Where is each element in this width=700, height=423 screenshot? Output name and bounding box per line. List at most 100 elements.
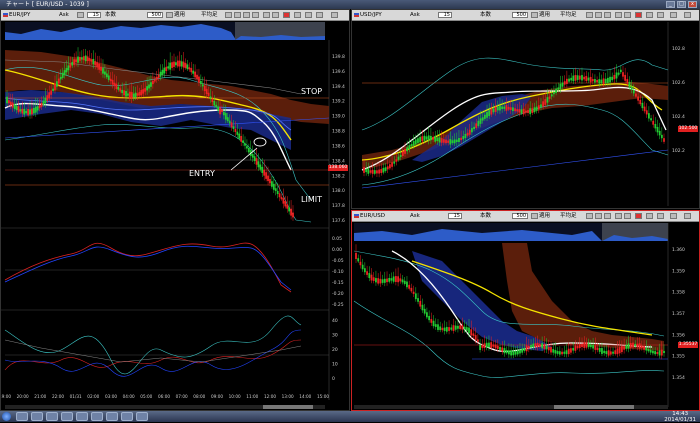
- candle-body: [381, 279, 384, 283]
- candle-body: [509, 107, 512, 111]
- candle-body: [109, 78, 112, 82]
- candle-body: [432, 320, 435, 327]
- axis-tick-label: 138.2: [332, 173, 345, 179]
- candle-body: [587, 77, 590, 81]
- candle-body: [426, 312, 428, 318]
- maximize-button[interactable]: □: [677, 1, 686, 8]
- candle-body: [436, 137, 439, 142]
- candle-body: [276, 190, 279, 194]
- horizontal-scrollbar[interactable]: [5, 405, 325, 409]
- candle-body: [475, 123, 478, 129]
- candle-body: [419, 300, 422, 307]
- candle-body: [527, 345, 530, 349]
- candle-body: [169, 62, 172, 70]
- candle-body: [23, 108, 26, 115]
- candle-body: [620, 346, 623, 353]
- candle-body: [428, 315, 431, 321]
- candle-body: [132, 93, 135, 98]
- time-tick-label: 09:00: [211, 394, 223, 399]
- candle-body: [234, 128, 237, 132]
- candle-body: [75, 59, 78, 62]
- taskbar: 14:43 2014/01/31: [0, 411, 700, 423]
- chart-pane-eurusd[interactable]: EUR/USD Ask 15 本数 500 適用 平均足 1.360 1.359…: [351, 210, 700, 411]
- taskbar-app-ie-icon[interactable]: [16, 412, 28, 421]
- taskbar-app-explorer-icon[interactable]: [31, 412, 43, 421]
- candle-body: [604, 78, 607, 84]
- candle-body: [128, 91, 131, 99]
- candle-body: [458, 137, 460, 143]
- candle-body: [397, 276, 400, 283]
- taskbar-app-media-icon[interactable]: [46, 412, 58, 421]
- candle-body: [406, 281, 408, 288]
- candle-body: [292, 212, 294, 218]
- candle-body: [56, 81, 58, 87]
- candle-body: [150, 82, 152, 87]
- time-tick-label: 07:00: [176, 394, 188, 399]
- candle-body: [494, 344, 497, 349]
- chart-pane-eurjpy[interactable]: EUR/JPY Ask 15 本数 500 適用 平均足 STOP ENTRY …: [0, 9, 350, 411]
- candle-body: [213, 101, 216, 106]
- candle-body: [380, 169, 383, 173]
- taskbar-app-sheet-icon[interactable]: [121, 412, 133, 421]
- candle-body: [284, 201, 287, 207]
- candle-body: [425, 136, 428, 140]
- candle-body: [507, 350, 510, 355]
- time-tick-label: 10:00: [229, 394, 241, 399]
- candle-body: [483, 343, 486, 349]
- oscillator2-axis: 40 30 20 10 0: [332, 318, 338, 382]
- candle-body: [48, 92, 51, 99]
- candle-body: [142, 89, 145, 94]
- time-tick-label: 06:00: [158, 394, 170, 399]
- candle-body: [184, 63, 187, 69]
- candle-body: [221, 109, 223, 112]
- chart-pane-usdjpy[interactable]: USD/JPY Ask 15 本数 500 適用 平均足 102.8 102.6 1…: [351, 9, 700, 209]
- taskbar-app-browser-icon[interactable]: [91, 412, 103, 421]
- candle-body: [288, 207, 291, 212]
- taskbar-app-tool-icon[interactable]: [106, 412, 118, 421]
- candle-body: [501, 106, 504, 110]
- candle-body: [34, 106, 37, 113]
- candle-body: [537, 105, 540, 110]
- candle-body: [465, 327, 468, 331]
- candle-body: [663, 350, 665, 354]
- axis-tick-label: 1.358: [672, 290, 685, 296]
- taskbar-app-extra-icon[interactable]: [136, 412, 148, 421]
- candle-body: [192, 70, 195, 74]
- candle-body: [399, 278, 402, 282]
- close-button[interactable]: x: [688, 1, 697, 8]
- candle-body: [383, 278, 386, 283]
- candle-body: [544, 99, 547, 105]
- candle-body: [65, 68, 68, 73]
- horizontal-scrollbar[interactable]: [354, 405, 668, 409]
- candle-body: [86, 56, 89, 61]
- start-button-icon[interactable]: [2, 412, 11, 421]
- candle-body: [488, 110, 491, 117]
- minimize-button[interactable]: _: [666, 1, 675, 8]
- candle-body: [483, 114, 486, 119]
- candle-body: [572, 348, 575, 351]
- candle-body: [395, 159, 398, 162]
- candle-body: [578, 75, 581, 80]
- axis-tick-label: 102.8: [672, 46, 685, 52]
- taskbar-app-chart-icon[interactable]: [76, 412, 88, 421]
- candle-body: [461, 325, 464, 330]
- candle-body: [232, 126, 235, 129]
- candle-body: [616, 348, 619, 355]
- candle-body: [598, 79, 601, 84]
- candle-body: [519, 349, 521, 354]
- candle-body: [182, 61, 185, 68]
- candle-body: [408, 145, 411, 150]
- candle-body: [130, 92, 133, 99]
- system-clock[interactable]: 14:43 2014/01/31: [664, 411, 696, 423]
- taskbar-app-trading-icon[interactable]: [61, 412, 73, 421]
- candle-body: [660, 349, 663, 356]
- candle-body: [392, 276, 395, 282]
- candle-body: [432, 137, 434, 140]
- candle-body: [371, 169, 374, 174]
- candle-body: [408, 284, 411, 289]
- candle-body: [219, 107, 221, 115]
- candle-body: [194, 71, 197, 78]
- candle-body: [557, 87, 560, 90]
- candle-body: [161, 69, 164, 75]
- time-tick-label: 01/31: [70, 394, 82, 399]
